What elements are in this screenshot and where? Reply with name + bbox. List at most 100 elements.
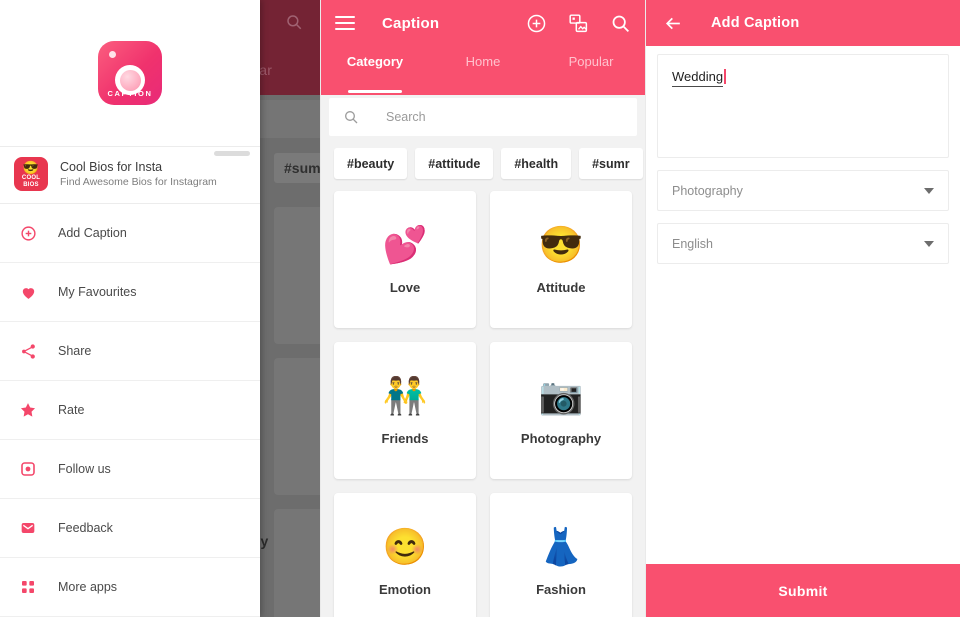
hashtag-chips-row: #beauty #attitude #health #sumr bbox=[321, 136, 645, 189]
language-select[interactable]: English bbox=[657, 223, 949, 264]
toolbar-actions bbox=[526, 13, 631, 34]
cool-bios-app-icon: 😎 COOL BIOS bbox=[14, 157, 48, 191]
add-caption-screen-panel: Add Caption Wedding Photography English … bbox=[645, 0, 960, 617]
hashtag-chip[interactable]: #sumr bbox=[579, 148, 643, 180]
dimmed-hashtag-chip: #sumr bbox=[274, 153, 320, 183]
promo-app-row[interactable]: 😎 COOL BIOS Cool Bios for Insta Find Awe… bbox=[0, 146, 260, 204]
promo-scroll-indicator[interactable] bbox=[214, 151, 250, 156]
tab-label: Popular bbox=[568, 54, 614, 69]
category-screen-panel: Caption Category Home Popular Search #be… bbox=[320, 0, 645, 617]
search-input[interactable]: Search bbox=[329, 98, 637, 136]
category-tabs: Category Home Popular bbox=[321, 46, 645, 93]
category-card-friends[interactable]: 👬 Friends bbox=[334, 342, 476, 480]
attitude-emoji-icon: 😎 bbox=[538, 224, 584, 266]
love-emoji-icon: 💕 bbox=[382, 224, 428, 266]
chevron-down-icon bbox=[924, 240, 934, 247]
add-caption-form: Wedding Photography English bbox=[646, 46, 960, 564]
sidebar-item-follow-us[interactable]: Follow us bbox=[0, 440, 260, 499]
mail-icon bbox=[18, 518, 38, 538]
caption-camera-logo: CAPTION bbox=[98, 41, 162, 105]
sidebar-item-label: Rate bbox=[58, 403, 85, 417]
heart-icon bbox=[18, 282, 38, 302]
app-screenshot: ular #sumr hy CAPTION 😎 bbox=[0, 0, 960, 617]
logo-label: CAPTION bbox=[107, 89, 153, 98]
sidebar-item-label: Add Caption bbox=[58, 226, 127, 240]
category-card-label: Love bbox=[389, 280, 421, 296]
star-icon bbox=[18, 400, 38, 420]
caption-text-value: Wedding bbox=[672, 69, 724, 87]
drawer-logo-area: CAPTION bbox=[0, 0, 260, 146]
sidebar-item-rate[interactable]: Rate bbox=[0, 381, 260, 440]
dimmed-search-icon bbox=[287, 15, 302, 30]
grid-apps-icon bbox=[18, 577, 38, 597]
sidebar-item-more-apps[interactable]: More apps bbox=[0, 558, 260, 617]
share-icon bbox=[18, 341, 38, 361]
hashtag-chip[interactable]: #attitude bbox=[415, 148, 494, 180]
arrow-left-icon[interactable] bbox=[664, 14, 683, 33]
search-icon bbox=[345, 111, 358, 124]
text-cursor bbox=[724, 69, 726, 84]
image-stack-icon[interactable] bbox=[568, 13, 589, 34]
category-card-label: Emotion bbox=[379, 582, 431, 598]
camera-emoji-icon: 📷 bbox=[538, 375, 584, 417]
category-card-label: Friends bbox=[381, 431, 429, 447]
page-title: Add Caption bbox=[711, 15, 800, 31]
sidebar-item-label: More apps bbox=[58, 580, 118, 594]
promo-subtitle: Find Awesome Bios for Instagram bbox=[60, 175, 217, 188]
drawer-menu-list: Add Caption My Favourites Share Rate Fol… bbox=[0, 204, 260, 617]
category-card-label: Attitude bbox=[536, 280, 586, 296]
hashtag-chip[interactable]: #health bbox=[501, 148, 572, 180]
category-app-bar: Caption Category Home Popular bbox=[321, 0, 645, 95]
navigation-drawer-panel: ular #sumr hy CAPTION 😎 bbox=[0, 0, 320, 617]
add-circle-icon[interactable] bbox=[526, 13, 547, 34]
category-cards-grid: 💕 Love 😎 Attitude 👬 Friends 📷 Photograph… bbox=[321, 189, 645, 617]
cool-bios-icon-line1: COOL bbox=[21, 174, 41, 181]
add-caption-app-bar: Add Caption bbox=[646, 0, 960, 46]
sidebar-item-add-caption[interactable]: Add Caption bbox=[0, 204, 260, 263]
instagram-icon bbox=[18, 459, 38, 479]
sidebar-item-share[interactable]: Share bbox=[0, 322, 260, 381]
dimmed-card bbox=[274, 509, 320, 617]
friends-emoji-icon: 👬 bbox=[382, 375, 428, 417]
menu-icon[interactable] bbox=[335, 16, 355, 30]
cool-bios-icon-line2: BIOS bbox=[23, 182, 39, 188]
dimmed-card bbox=[274, 358, 320, 495]
sidebar-item-feedback[interactable]: Feedback bbox=[0, 499, 260, 558]
chevron-down-icon bbox=[924, 187, 934, 194]
category-card-label: Photography bbox=[520, 431, 602, 447]
emotion-emoji-icon: 😊 bbox=[382, 526, 428, 568]
category-card-fashion[interactable]: 👗 Fashion bbox=[490, 493, 632, 617]
sidebar-item-label: Follow us bbox=[58, 462, 111, 476]
search-wrapper: Search bbox=[321, 95, 645, 136]
category-card-love[interactable]: 💕 Love bbox=[334, 191, 476, 329]
dress-emoji-icon: 👗 bbox=[538, 526, 584, 568]
plus-circle-icon bbox=[18, 223, 38, 243]
tab-category[interactable]: Category bbox=[321, 46, 429, 93]
language-select-value: English bbox=[672, 236, 713, 251]
caption-textarea[interactable]: Wedding bbox=[657, 54, 949, 158]
dimmed-card bbox=[274, 207, 320, 344]
promo-text-block: Cool Bios for Insta Find Awesome Bios fo… bbox=[60, 159, 217, 190]
category-card-attitude[interactable]: 😎 Attitude bbox=[490, 191, 632, 329]
logo-flash-dot bbox=[109, 51, 116, 58]
sidebar-item-my-favourites[interactable]: My Favourites bbox=[0, 263, 260, 322]
tab-home[interactable]: Home bbox=[429, 46, 537, 93]
tab-label: Home bbox=[465, 54, 501, 69]
category-select[interactable]: Photography bbox=[657, 170, 949, 211]
promo-title: Cool Bios for Insta bbox=[60, 159, 163, 174]
category-card-photography[interactable]: 📷 Photography bbox=[490, 342, 632, 480]
tab-popular[interactable]: Popular bbox=[537, 46, 645, 93]
search-placeholder: Search bbox=[386, 110, 426, 124]
drawer-sheet: CAPTION 😎 COOL BIOS Cool Bios for Insta … bbox=[0, 0, 260, 617]
hashtag-chip[interactable]: #beauty bbox=[334, 148, 408, 180]
category-select-value: Photography bbox=[672, 183, 743, 198]
submit-button[interactable]: Submit bbox=[646, 564, 960, 617]
category-card-emotion[interactable]: 😊 Emotion bbox=[334, 493, 476, 617]
search-icon[interactable] bbox=[610, 13, 631, 34]
sidebar-item-label: My Favourites bbox=[58, 285, 137, 299]
category-card-label: Fashion bbox=[536, 582, 586, 598]
sidebar-item-label: Share bbox=[58, 344, 92, 358]
sidebar-item-label: Feedback bbox=[58, 521, 113, 535]
page-title: Caption bbox=[382, 14, 440, 32]
tab-label: Category bbox=[346, 54, 404, 69]
